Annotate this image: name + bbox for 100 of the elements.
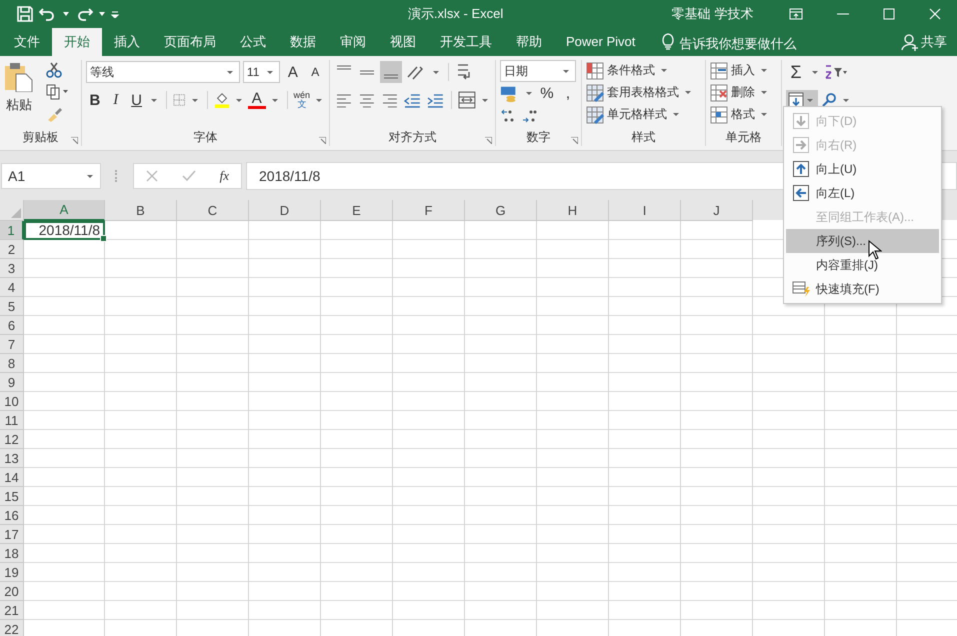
italic-button[interactable]: I — [106, 92, 125, 108]
caret-icon[interactable] — [63, 12, 69, 16]
border-icon[interactable] — [173, 93, 186, 107]
menu-item[interactable]: 快速填充(F) — [786, 277, 939, 301]
row-header[interactable]: 9 — [0, 373, 24, 392]
row-header[interactable]: 3 — [0, 259, 24, 278]
ribbon-tab[interactable]: 数据 — [278, 28, 328, 56]
cells-button[interactable]: 格式 — [710, 104, 777, 125]
share-button[interactable]: 共享 — [921, 33, 947, 51]
styles-button[interactable]: 条件格式 — [586, 60, 701, 81]
group-label: 对齐方式 — [388, 128, 436, 146]
merge-cells-icon[interactable] — [458, 91, 476, 109]
launcher-icon[interactable] — [485, 137, 492, 144]
check-icon[interactable] — [182, 170, 196, 182]
column-header[interactable]: H — [537, 200, 609, 221]
font-size-dropdown[interactable]: 11 — [242, 61, 280, 83]
column-header[interactable]: I — [609, 200, 681, 221]
font-color-button[interactable]: A — [248, 92, 266, 108]
ribbon-tab[interactable]: 页面布局 — [152, 28, 228, 56]
row-header[interactable]: 13 — [0, 449, 24, 468]
search-icon[interactable] — [821, 92, 837, 108]
align-bottom-icon[interactable] — [380, 61, 402, 83]
row-header[interactable]: 5 — [0, 297, 24, 316]
minimize-icon[interactable] — [837, 13, 849, 15]
row-header[interactable]: 15 — [0, 487, 24, 506]
styles-button[interactable]: 套用表格格式 — [586, 82, 701, 103]
row-header[interactable]: 16 — [0, 506, 24, 525]
row-header[interactable]: 2 — [0, 240, 24, 259]
table-style-icon — [586, 106, 604, 124]
row-header[interactable]: 4 — [0, 278, 24, 297]
ribbon-tab[interactable]: 帮助 — [504, 28, 554, 56]
row-header[interactable]: 1 — [0, 221, 24, 240]
ribbon-tab[interactable]: 开始 — [52, 28, 102, 56]
customize-icon[interactable] — [111, 10, 119, 18]
column-header[interactable]: C — [177, 200, 249, 221]
flash-fill-icon — [792, 281, 810, 297]
row-header[interactable]: 17 — [0, 525, 24, 544]
column-header[interactable]: B — [105, 200, 177, 221]
ribbon-tab[interactable]: 审阅 — [328, 28, 378, 56]
scissors-icon[interactable] — [46, 62, 62, 78]
percent-button[interactable]: % — [538, 85, 556, 102]
ribbon-tab[interactable]: 文件 — [2, 28, 52, 56]
ribbon-tab[interactable]: 插入 — [102, 28, 152, 56]
launcher-icon[interactable] — [571, 137, 578, 144]
format-painter-icon[interactable] — [46, 106, 62, 122]
row-header[interactable]: 20 — [0, 582, 24, 601]
row-header[interactable]: 10 — [0, 392, 24, 411]
shrink-font-button[interactable]: A — [306, 65, 325, 79]
ribbon-tab[interactable]: 公式 — [228, 28, 278, 56]
cells-button[interactable]: 插入 — [710, 60, 777, 81]
sort-filter-icon[interactable] — [824, 64, 848, 80]
cells-button[interactable]: 删除 — [710, 82, 777, 103]
menu-item[interactable]: 内容重排(J) — [786, 253, 939, 277]
copy-icon[interactable] — [46, 84, 68, 100]
fill-color-icon[interactable] — [214, 91, 230, 109]
column-header[interactable]: F — [393, 200, 465, 221]
row-header[interactable]: 21 — [0, 601, 24, 620]
column-header[interactable]: J — [681, 200, 753, 221]
number-format-dropdown[interactable]: 日期 — [500, 60, 576, 82]
row-header[interactable]: 11 — [0, 411, 24, 430]
lightbulb-icon — [661, 33, 676, 51]
undo-icon[interactable] — [39, 7, 57, 21]
row-header[interactable]: 14 — [0, 468, 24, 487]
ribbon-tab[interactable]: 视图 — [378, 28, 428, 56]
autosum-button[interactable]: Σ — [786, 62, 806, 82]
underline-button[interactable]: U — [128, 92, 146, 108]
styles-button[interactable]: 单元格样式 — [586, 104, 701, 125]
ribbon-tab[interactable]: 开发工具 — [428, 28, 504, 56]
phonetic-button[interactable]: wén 文 — [294, 91, 310, 109]
row-header[interactable]: 6 — [0, 316, 24, 335]
comma-button[interactable]: , — [558, 85, 577, 102]
close-icon[interactable] — [929, 8, 941, 20]
redo-icon[interactable] — [75, 7, 93, 21]
row-header[interactable]: 7 — [0, 335, 24, 354]
column-header[interactable]: D — [249, 200, 321, 221]
font-name-dropdown[interactable]: 等线 — [86, 61, 240, 83]
column-header[interactable]: G — [465, 200, 537, 221]
paste-button[interactable]: 粘贴 — [4, 60, 34, 128]
row-header[interactable]: 18 — [0, 544, 24, 563]
ribbon-tab[interactable]: Power Pivot — [554, 28, 648, 56]
launcher-icon[interactable] — [71, 137, 78, 144]
column-header[interactable]: A — [24, 200, 105, 221]
launcher-icon[interactable] — [319, 137, 326, 144]
save-icon[interactable] — [17, 6, 33, 22]
column-header[interactable]: E — [321, 200, 393, 221]
menu-item[interactable]: 序列(S)... — [786, 229, 939, 253]
maximize-icon[interactable] — [883, 8, 895, 20]
bold-button[interactable]: B — [86, 92, 104, 108]
decrease-decimal-icon[interactable] — [521, 108, 539, 124]
row-header[interactable]: 12 — [0, 430, 24, 449]
ribbon-display-icon[interactable] — [789, 8, 803, 20]
row-header[interactable]: 19 — [0, 563, 24, 582]
row-header[interactable]: 8 — [0, 354, 24, 373]
row-header[interactable]: 22 — [0, 620, 24, 636]
name-box[interactable]: A1 — [1, 163, 101, 189]
insert-function-button[interactable]: fx — [220, 168, 230, 184]
caret-icon[interactable] — [99, 12, 105, 16]
arrow-icon — [793, 113, 809, 129]
grow-font-button[interactable]: A — [283, 64, 303, 80]
tell-me-field[interactable]: 告诉我你想要做什么 — [679, 30, 880, 56]
